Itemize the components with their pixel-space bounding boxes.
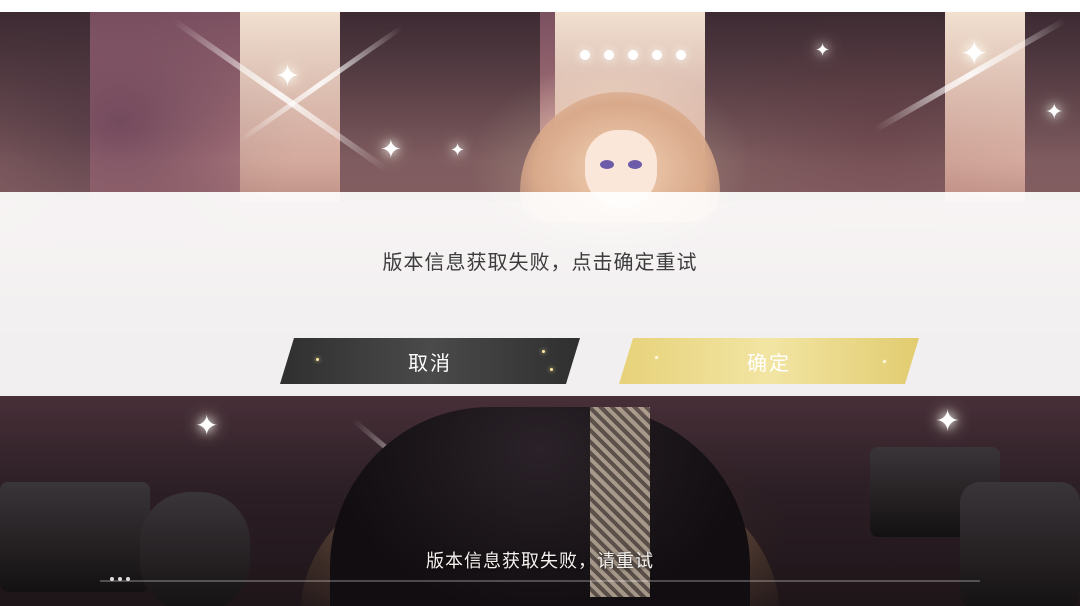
dialog-message: 版本信息获取失败，点击确定重试 [382, 250, 698, 274]
character-dress [330, 407, 750, 606]
status-message: 版本信息获取失败，请重试 [426, 551, 654, 572]
loading-dot [126, 577, 130, 581]
cancel-button[interactable]: 取消 [280, 338, 580, 384]
character-eye [600, 160, 614, 169]
sparkle-icon [655, 356, 658, 359]
stage-bulb [676, 50, 686, 60]
sparkle-icon: ✦ [275, 59, 301, 94]
stage-bulb [652, 50, 662, 60]
confirm-button-label: 确定 [747, 350, 791, 375]
sparkle-icon: ✦ [815, 40, 831, 61]
sparkle-icon [550, 368, 553, 371]
sparkle-icon [542, 350, 545, 353]
sparkle-icon: ✦ [195, 409, 219, 442]
loading-progress-track [100, 580, 980, 582]
loading-dot [110, 577, 114, 581]
stage-bulb [580, 50, 590, 60]
error-dialog: 版本信息获取失败，点击确定重试 取消 确定 [0, 192, 1080, 396]
sparkle-icon: ✦ [935, 404, 961, 439]
loading-dots-icon [110, 577, 130, 581]
stage-bulb [604, 50, 614, 60]
stage-pillar [340, 12, 540, 202]
confirm-button[interactable]: 确定 [619, 338, 919, 384]
sparkle-icon: ✦ [1045, 100, 1064, 125]
stage-bulb [628, 50, 638, 60]
character-eye [628, 160, 642, 169]
cancel-button-label: 取消 [408, 350, 452, 375]
sparkle-icon: ✦ [450, 140, 466, 161]
camera-body [960, 482, 1080, 606]
loading-dot [118, 577, 122, 581]
sparkle-icon: ✦ [380, 135, 402, 165]
sparkle-icon [316, 358, 319, 361]
sparkle-icon: ✦ [960, 34, 989, 74]
sparkle-icon [883, 360, 886, 363]
camera-icon [0, 482, 150, 592]
stage-pillar [0, 12, 90, 202]
